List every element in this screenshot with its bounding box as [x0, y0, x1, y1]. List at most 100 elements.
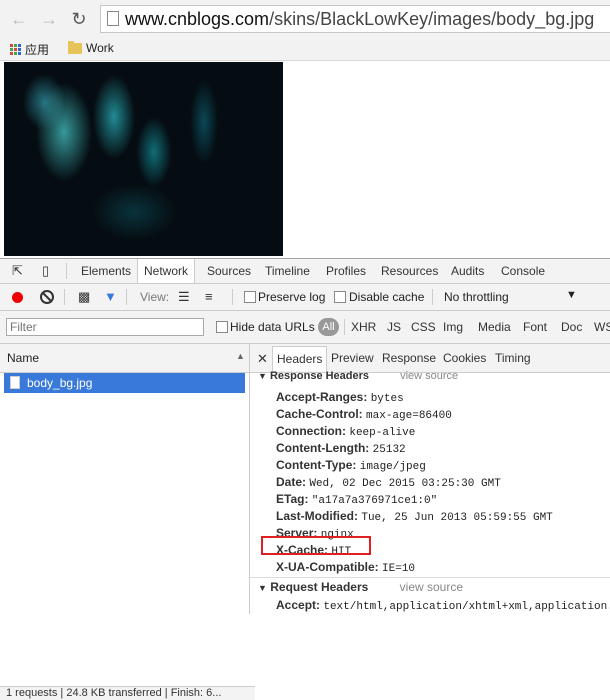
- name-column-header[interactable]: Name ▲: [0, 344, 249, 373]
- header-key: Accept:: [276, 598, 321, 612]
- response-headers-section[interactable]: ▼ Response Headers view source: [258, 370, 458, 382]
- request-list: Name ▲ body_bg.jpg 1 requests | 24.8 KB …: [0, 344, 255, 700]
- filter-js[interactable]: JS: [387, 320, 401, 334]
- filter-font[interactable]: Font: [523, 320, 547, 334]
- devtools-tabs: ⇱ ▯ Elements Network Sources Timeline Pr…: [0, 259, 610, 284]
- tab-profiles[interactable]: Profiles: [320, 259, 372, 283]
- separator: [126, 289, 127, 305]
- tab-headers[interactable]: Headers: [272, 346, 328, 371]
- request-headers-title: Request Headers: [270, 580, 369, 594]
- header-value: image/jpeg: [359, 461, 426, 473]
- header-key: Connection:: [276, 424, 346, 438]
- header-value: 25132: [372, 444, 406, 456]
- request-row[interactable]: body_bg.jpg: [4, 373, 245, 393]
- filter-funnel-icon[interactable]: ▼: [104, 284, 117, 310]
- filter-doc[interactable]: Doc: [561, 320, 582, 334]
- hide-data-urls-checkbox[interactable]: [216, 321, 228, 333]
- reload-icon[interactable]: ↻: [68, 8, 90, 30]
- view-source-link[interactable]: view source: [400, 370, 458, 382]
- header-value: Tue, 25 Jun 2013 05:59:55 GMT: [361, 512, 553, 524]
- url-text: www.cnblogs.com/skins/BlackLowKey/images…: [125, 9, 594, 30]
- tab-audits[interactable]: Audits: [445, 259, 490, 283]
- close-icon[interactable]: ✕: [257, 351, 268, 367]
- request-details: ✕ Headers Preview Response Cookies Timin…: [250, 344, 610, 614]
- filter-xhr[interactable]: XHR: [351, 320, 376, 334]
- detail-tabs: ✕ Headers Preview Response Cookies Timin…: [250, 344, 610, 373]
- back-arrow-icon[interactable]: ←: [8, 8, 30, 30]
- expand-triangle-icon: ▼: [258, 583, 267, 593]
- device-mode-icon[interactable]: ▯: [42, 259, 49, 283]
- preserve-log-checkbox[interactable]: [244, 291, 256, 303]
- url-host: www.cnblogs.com: [125, 9, 270, 29]
- separator: [64, 289, 65, 305]
- tab-resources[interactable]: Resources: [375, 259, 444, 283]
- filter-input[interactable]: [6, 318, 204, 336]
- divider: [250, 577, 610, 578]
- network-toolbar: ▩ ▼ View: ☰ ≡ Preserve log Disable cache…: [0, 284, 610, 311]
- header-key: Last-Modified:: [276, 509, 358, 523]
- overview-icon[interactable]: ≡: [205, 284, 213, 310]
- tab-response[interactable]: Response: [382, 351, 436, 365]
- highlight-box: [261, 536, 371, 555]
- header-value: bytes: [370, 393, 404, 405]
- disable-cache-label: Disable cache: [349, 290, 425, 304]
- filter-media[interactable]: Media: [478, 320, 511, 334]
- large-rows-icon[interactable]: ☰: [178, 284, 190, 310]
- filter-ws[interactable]: WS: [594, 320, 610, 334]
- tab-timing[interactable]: Timing: [495, 351, 531, 365]
- bookmark-apps-label: 应用: [25, 43, 50, 57]
- filter-bar: Hide data URLs All XHR JS CSS Img Media …: [0, 311, 610, 344]
- disable-cache-checkbox[interactable]: [334, 291, 346, 303]
- hide-data-urls-label: Hide data URLs: [230, 320, 315, 334]
- tab-cookies[interactable]: Cookies: [443, 351, 486, 365]
- header-row: X-UA-Compatible: IE=10: [276, 560, 415, 575]
- dropdown-arrow-icon[interactable]: ▼: [566, 289, 577, 301]
- folder-icon: [68, 40, 82, 54]
- url-field[interactable]: www.cnblogs.com/skins/BlackLowKey/images…: [100, 5, 610, 33]
- camera-icon[interactable]: ▩: [78, 284, 90, 310]
- name-column-label: Name: [7, 351, 40, 365]
- request-headers-section[interactable]: ▼ Request Headers view source: [258, 580, 463, 594]
- filter-img[interactable]: Img: [443, 320, 463, 334]
- header-key: ETag:: [276, 492, 309, 506]
- view-source-link[interactable]: view source: [400, 580, 463, 594]
- bookmarks-bar: 应用 Work: [0, 38, 610, 61]
- tab-preview[interactable]: Preview: [331, 351, 374, 365]
- header-row: Accept-Ranges: bytes: [276, 390, 404, 405]
- header-value: IE=10: [382, 563, 416, 575]
- tab-console[interactable]: Console: [495, 259, 551, 283]
- filter-css[interactable]: CSS: [411, 320, 436, 334]
- devtools-panel: ⇱ ▯ Elements Network Sources Timeline Pr…: [0, 258, 610, 700]
- request-name: body_bg.jpg: [27, 376, 93, 390]
- page-image: [4, 62, 283, 256]
- bookmark-work-label: Work: [86, 41, 114, 55]
- tab-sources[interactable]: Sources: [201, 259, 257, 283]
- tab-network[interactable]: Network: [137, 259, 196, 283]
- header-key: X-UA-Compatible:: [276, 560, 379, 574]
- header-value: keep-alive: [349, 427, 416, 439]
- tab-elements[interactable]: Elements: [75, 259, 137, 283]
- header-value: Wed, 02 Dec 2015 03:25:30 GMT: [309, 478, 501, 490]
- forward-arrow-icon[interactable]: →: [38, 8, 60, 30]
- tab-timeline[interactable]: Timeline: [259, 259, 316, 283]
- network-summary: 1 requests | 24.8 KB transferred | Finis…: [0, 686, 255, 700]
- bookmark-apps[interactable]: 应用: [10, 41, 49, 58]
- header-key: Content-Length:: [276, 441, 370, 455]
- header-row: ETag: "a17a7a376971ce1:0": [276, 492, 437, 507]
- header-key: Cache-Control:: [276, 407, 363, 421]
- inspect-element-icon[interactable]: ⇱: [12, 259, 23, 283]
- header-row: Accept: text/html,application/xhtml+xml,…: [276, 598, 610, 613]
- apps-grid-icon: [10, 44, 21, 55]
- preserve-log-label: Preserve log: [258, 290, 326, 304]
- view-label: View:: [140, 290, 170, 304]
- filter-all-button[interactable]: All: [318, 318, 339, 336]
- expand-triangle-icon: ▼: [258, 371, 267, 381]
- header-row: Last-Modified: Tue, 25 Jun 2013 05:59:55…: [276, 509, 553, 524]
- clear-icon[interactable]: [40, 290, 54, 304]
- throttling-select[interactable]: No throttling: [444, 290, 509, 304]
- header-key: Accept-Ranges:: [276, 390, 368, 404]
- sort-arrow-icon: ▲: [236, 351, 245, 361]
- record-icon[interactable]: [12, 292, 23, 303]
- bookmark-work[interactable]: Work: [68, 40, 114, 55]
- separator: [344, 319, 345, 335]
